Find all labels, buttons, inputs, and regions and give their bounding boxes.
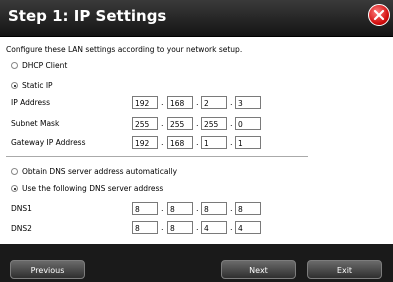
instructions-text: Configure these LAN settings according t… [6,45,243,54]
mask-octet-4[interactable]: 0 [235,117,261,130]
static-ip-label: Static IP [22,81,53,90]
separator-dot: . [230,223,233,232]
dhcp-client-radio[interactable] [11,62,18,69]
gateway-label: Gateway IP Address [11,138,86,147]
ip-octet-4[interactable]: 3 [235,96,261,109]
gateway-octet-2[interactable]: 168 [167,136,193,149]
gateway-octet-4[interactable]: 1 [235,136,261,149]
separator-dot: . [161,138,164,147]
separator-dot: . [230,138,233,147]
dns2-octet-1[interactable]: 8 [132,221,158,234]
section-divider [6,156,308,157]
dns1-octet-2[interactable]: 8 [167,202,193,215]
title-bar: Step 1: IP Settings [0,0,393,37]
separator-dot: . [161,223,164,232]
gateway-octet-1[interactable]: 192 [132,136,158,149]
ip-settings-dialog: Step 1: IP Settings Configure these LAN … [0,0,393,282]
static-ip-radio[interactable] [11,82,18,89]
dhcp-client-label: DHCP Client [22,61,68,70]
separator-dot: . [161,204,164,213]
previous-button[interactable]: Previous [10,260,85,279]
separator-dot: . [196,138,199,147]
dns1-octet-1[interactable]: 8 [132,202,158,215]
close-icon [373,9,385,21]
mask-octet-3[interactable]: 255 [201,117,227,130]
ip-octet-3[interactable]: 2 [201,96,227,109]
dns-auto-radio[interactable] [11,168,18,175]
mask-octet-2[interactable]: 255 [167,117,193,130]
dns-auto-label: Obtain DNS server address automatically [22,167,178,176]
dns2-octet-4[interactable]: 4 [235,221,261,234]
separator-dot: . [230,98,233,107]
dns2-octet-3[interactable]: 4 [201,221,227,234]
ip-octet-1[interactable]: 192 [132,96,158,109]
exit-button[interactable]: Exit [307,260,382,279]
separator-dot: . [230,119,233,128]
dns1-label: DNS1 [11,204,32,213]
gateway-octet-3[interactable]: 1 [201,136,227,149]
mask-octet-1[interactable]: 255 [132,117,158,130]
separator-dot: . [161,98,164,107]
dns-manual-radio[interactable] [11,185,18,192]
separator-dot: . [196,98,199,107]
separator-dot: . [161,119,164,128]
separator-dot: . [196,204,199,213]
close-button[interactable] [368,4,390,26]
dialog-title: Step 1: IP Settings [8,7,167,25]
dns-manual-label: Use the following DNS server address [22,184,164,193]
next-button[interactable]: Next [221,260,296,279]
button-bar: Previous Next Exit [0,244,393,282]
settings-panel: Configure these LAN settings according t… [0,37,393,244]
dns1-octet-4[interactable]: 8 [235,202,261,215]
dns1-octet-3[interactable]: 8 [201,202,227,215]
dns2-octet-2[interactable]: 8 [167,221,193,234]
ip-octet-2[interactable]: 168 [167,96,193,109]
ip-address-label: IP Address [11,98,50,107]
separator-dot: . [230,204,233,213]
subnet-mask-label: Subnet Mask [11,119,60,128]
separator-dot: . [196,223,199,232]
dns2-label: DNS2 [11,224,32,233]
separator-dot: . [196,119,199,128]
